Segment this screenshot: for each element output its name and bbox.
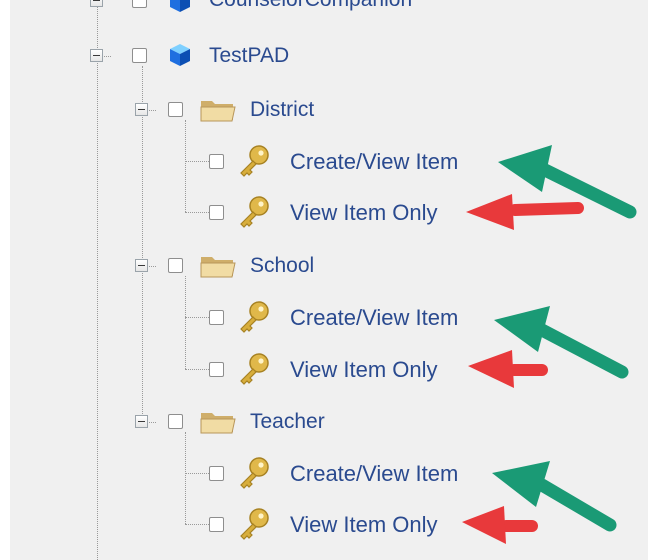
arrow-shaft	[509, 202, 584, 216]
key-icon	[240, 196, 269, 228]
collapse-toggle[interactable]	[90, 49, 103, 62]
node-checkbox[interactable]	[209, 205, 224, 220]
collapse-toggle[interactable]	[90, 0, 103, 7]
red-arrow-icon	[462, 506, 538, 544]
node-checkbox[interactable]	[168, 258, 183, 273]
node-label[interactable]: Teacher	[250, 410, 325, 434]
node-label[interactable]: Create/View Item	[290, 306, 458, 330]
tree-node-district-view-only[interactable]: View Item Only	[10, 193, 530, 233]
key-icon	[240, 508, 269, 540]
tree-node-testpad[interactable]: TestPAD	[10, 37, 530, 77]
cube-icon	[170, 0, 190, 12]
node-checkbox[interactable]	[209, 362, 224, 377]
node-checkbox[interactable]	[209, 517, 224, 532]
tree-node-teacher-view-only[interactable]: View Item Only	[10, 505, 530, 545]
folder-icon	[200, 413, 236, 434]
key-icon	[240, 457, 269, 489]
node-label[interactable]: View Item Only	[290, 513, 438, 537]
tree-node-counselorcompanion[interactable]: CounselorCompanion	[10, 0, 530, 28]
tree-node-district[interactable]: District	[10, 91, 530, 131]
collapse-toggle[interactable]	[135, 103, 148, 116]
node-checkbox[interactable]	[209, 154, 224, 169]
arrow-head	[462, 506, 506, 544]
node-checkbox[interactable]	[168, 102, 183, 117]
key-icon	[240, 145, 269, 177]
collapse-toggle[interactable]	[135, 259, 148, 272]
node-label[interactable]: TestPAD	[209, 44, 289, 68]
arrow-head	[498, 145, 552, 192]
tree-node-teacher[interactable]: Teacher	[10, 403, 530, 443]
node-checkbox[interactable]	[132, 48, 147, 63]
tree-node-teacher-create-view[interactable]: Create/View Item	[10, 454, 530, 494]
node-label[interactable]: School	[250, 254, 314, 278]
node-checkbox[interactable]	[209, 466, 224, 481]
node-label[interactable]: CounselorCompanion	[209, 0, 412, 12]
cube-icon	[170, 44, 190, 66]
tree-node-school-create-view[interactable]: Create/View Item	[10, 298, 530, 338]
red-arrow-icon	[466, 194, 584, 230]
tree-node-school-view-only[interactable]: View Item Only	[10, 350, 530, 390]
node-label[interactable]: Create/View Item	[290, 462, 458, 486]
folder-icon	[200, 101, 236, 122]
arrow-head	[468, 350, 514, 388]
key-icon	[240, 353, 269, 385]
node-label[interactable]: View Item Only	[290, 201, 438, 225]
node-checkbox[interactable]	[132, 0, 147, 8]
arrow-head	[466, 194, 514, 230]
node-label[interactable]: District	[250, 98, 314, 122]
tree-node-district-create-view[interactable]: Create/View Item	[10, 142, 530, 182]
tree-node-school[interactable]: School	[10, 247, 530, 287]
node-checkbox[interactable]	[168, 414, 183, 429]
node-label[interactable]: View Item Only	[290, 358, 438, 382]
red-arrow-icon	[468, 350, 548, 388]
collapse-toggle[interactable]	[135, 415, 148, 428]
node-checkbox[interactable]	[209, 310, 224, 325]
key-icon	[240, 301, 269, 333]
folder-icon	[200, 257, 236, 278]
node-label[interactable]: Create/View Item	[290, 150, 458, 174]
